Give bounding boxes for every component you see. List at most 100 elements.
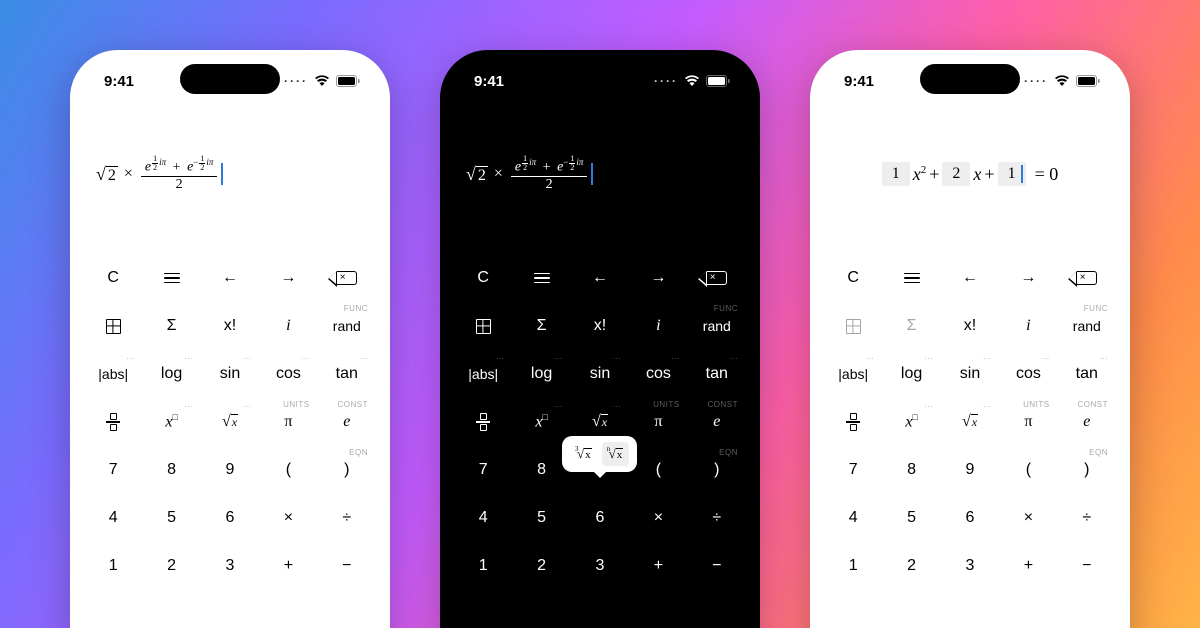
power-key[interactable]: ...x□: [882, 398, 940, 446]
clear-key[interactable]: C: [454, 254, 512, 302]
coef-c-input[interactable]: 1: [998, 162, 1026, 186]
pi-key[interactable]: UNITSπ: [629, 398, 687, 446]
imaginary-key[interactable]: i: [999, 302, 1057, 350]
fraction-key[interactable]: [454, 398, 512, 446]
rparen-key[interactable]: EQN): [688, 446, 746, 494]
matrix-key[interactable]: [454, 302, 512, 350]
key-2[interactable]: 2: [882, 542, 940, 590]
left-key[interactable]: ←: [571, 254, 629, 302]
tan-key[interactable]: ...tan: [318, 350, 376, 398]
rand-key[interactable]: FUNCrand: [1058, 302, 1116, 350]
key-2[interactable]: 2: [512, 542, 570, 590]
fraction-key[interactable]: [84, 398, 142, 446]
subtract-key[interactable]: −: [318, 542, 376, 590]
delete-key[interactable]: ×: [318, 254, 376, 302]
factorial-key[interactable]: x!: [571, 302, 629, 350]
key-1[interactable]: 1: [84, 542, 142, 590]
right-key[interactable]: →: [259, 254, 317, 302]
key-1[interactable]: 1: [454, 542, 512, 590]
clear-key[interactable]: C: [84, 254, 142, 302]
key-4[interactable]: 4: [84, 494, 142, 542]
expression-display[interactable]: 2 × e12iπ + e−12iπ 2: [440, 94, 760, 254]
key-3[interactable]: 3: [571, 542, 629, 590]
abs-key[interactable]: ...|abs|: [84, 350, 142, 398]
rand-key[interactable]: FUNCrand: [318, 302, 376, 350]
tan-key[interactable]: ...tan: [688, 350, 746, 398]
tan-key[interactable]: ...tan: [1058, 350, 1116, 398]
coef-a-input[interactable]: 1: [882, 162, 910, 186]
imaginary-key[interactable]: i: [259, 302, 317, 350]
factorial-key[interactable]: x!: [201, 302, 259, 350]
key-5[interactable]: 5: [512, 494, 570, 542]
lparen-key[interactable]: (: [259, 446, 317, 494]
sqrt-key[interactable]: ...√x: [941, 398, 999, 446]
add-key[interactable]: +: [999, 542, 1057, 590]
key-4[interactable]: 4: [824, 494, 882, 542]
matrix-key[interactable]: [84, 302, 142, 350]
sigma-key[interactable]: Σ: [142, 302, 200, 350]
clear-key[interactable]: C: [824, 254, 882, 302]
pi-key[interactable]: UNITSπ: [259, 398, 317, 446]
equation-display[interactable]: 1 x2 + 2 x + 1 = 0: [810, 94, 1130, 254]
key-1[interactable]: 1: [824, 542, 882, 590]
rand-key[interactable]: FUNCrand: [688, 302, 746, 350]
divide-key[interactable]: ÷: [688, 494, 746, 542]
power-key[interactable]: ...x□: [142, 398, 200, 446]
abs-key[interactable]: ...|abs|: [454, 350, 512, 398]
key-7[interactable]: 7: [824, 446, 882, 494]
log-key[interactable]: ...log: [882, 350, 940, 398]
power-key[interactable]: ...x□: [512, 398, 570, 446]
key-3[interactable]: 3: [941, 542, 999, 590]
left-key[interactable]: ←: [201, 254, 259, 302]
nth-root-option[interactable]: n√x: [602, 442, 630, 466]
fraction-key[interactable]: [824, 398, 882, 446]
cos-key[interactable]: ...cos: [999, 350, 1057, 398]
lparen-key[interactable]: (: [629, 446, 687, 494]
sin-key[interactable]: ...sin: [941, 350, 999, 398]
multiply-key[interactable]: ×: [999, 494, 1057, 542]
key-9[interactable]: 9: [201, 446, 259, 494]
key-6[interactable]: 6: [201, 494, 259, 542]
log-key[interactable]: ...log: [142, 350, 200, 398]
sqrt-key[interactable]: ...√x: [201, 398, 259, 446]
abs-key[interactable]: ...|abs|: [824, 350, 882, 398]
coef-b-input[interactable]: 2: [942, 162, 970, 186]
key-8[interactable]: 8: [142, 446, 200, 494]
key-6[interactable]: 6: [571, 494, 629, 542]
cos-key[interactable]: ...cos: [629, 350, 687, 398]
cos-key[interactable]: ...cos: [259, 350, 317, 398]
sigma-key[interactable]: Σ: [512, 302, 570, 350]
key-6[interactable]: 6: [941, 494, 999, 542]
imaginary-key[interactable]: i: [629, 302, 687, 350]
history-key[interactable]: [882, 254, 940, 302]
add-key[interactable]: +: [629, 542, 687, 590]
key-7[interactable]: 7: [84, 446, 142, 494]
sin-key[interactable]: ...sin: [201, 350, 259, 398]
expression-display[interactable]: 2 × e12iπ + e−12iπ 2: [70, 94, 390, 254]
key-4[interactable]: 4: [454, 494, 512, 542]
right-key[interactable]: →: [999, 254, 1057, 302]
key-5[interactable]: 5: [882, 494, 940, 542]
add-key[interactable]: +: [259, 542, 317, 590]
rparen-key[interactable]: EQN): [318, 446, 376, 494]
divide-key[interactable]: ÷: [1058, 494, 1116, 542]
history-key[interactable]: [142, 254, 200, 302]
rparen-key[interactable]: EQN): [1058, 446, 1116, 494]
key-9[interactable]: 9: [941, 446, 999, 494]
key-2[interactable]: 2: [142, 542, 200, 590]
key-7[interactable]: 7: [454, 446, 512, 494]
lparen-key[interactable]: (: [999, 446, 1057, 494]
cube-root-option[interactable]: 3√x: [570, 442, 598, 466]
multiply-key[interactable]: ×: [259, 494, 317, 542]
e-key[interactable]: CONSTe: [688, 398, 746, 446]
factorial-key[interactable]: x!: [941, 302, 999, 350]
subtract-key[interactable]: −: [688, 542, 746, 590]
left-key[interactable]: ←: [941, 254, 999, 302]
key-5[interactable]: 5: [142, 494, 200, 542]
log-key[interactable]: ...log: [512, 350, 570, 398]
delete-key[interactable]: ×: [1058, 254, 1116, 302]
sin-key[interactable]: ...sin: [571, 350, 629, 398]
history-key[interactable]: [512, 254, 570, 302]
e-key[interactable]: CONSTe: [318, 398, 376, 446]
subtract-key[interactable]: −: [1058, 542, 1116, 590]
